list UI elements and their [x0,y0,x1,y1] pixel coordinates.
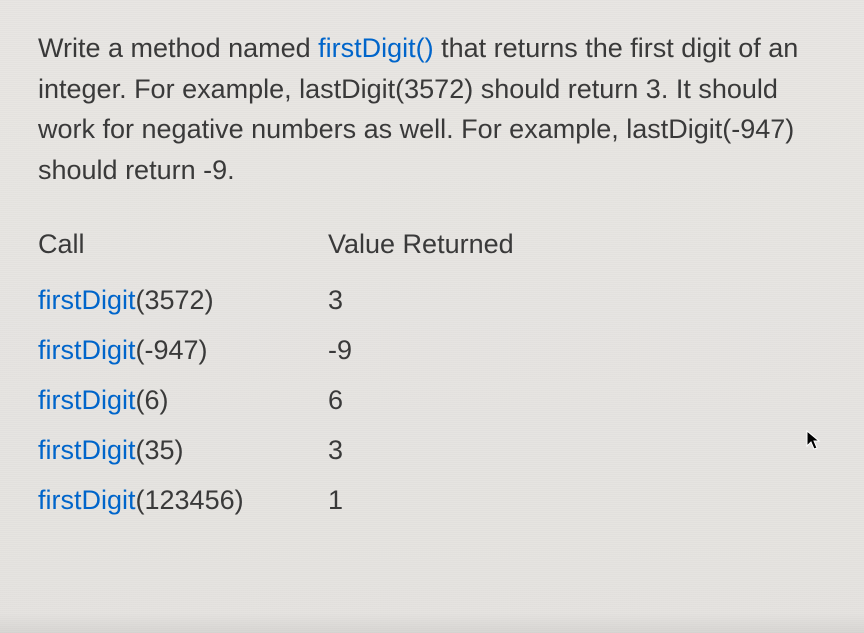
result-cell: 6 [328,376,343,426]
func-arg: (-947) [136,335,208,365]
func-name: firstDigit [38,485,136,515]
call-cell: firstDigit(6) [38,376,328,426]
func-name: firstDigit [38,285,136,315]
table-header: Call Value Returned [38,220,826,270]
func-name: firstDigit [38,385,136,415]
func-arg: (35) [136,435,184,465]
func-name: firstDigit [38,435,136,465]
result-cell: 1 [328,476,343,526]
func-arg: (123456) [136,485,244,515]
table-row: firstDigit(3572) 3 [38,276,826,326]
header-value: Value Returned [328,220,514,270]
result-cell: -9 [328,326,352,376]
func-arg: (6) [136,385,169,415]
table-row: firstDigit(35) 3 [38,426,826,476]
func-arg: (3572) [136,285,214,315]
call-cell: firstDigit(-947) [38,326,328,376]
result-cell: 3 [328,426,343,476]
table-row: firstDigit(-947) -9 [38,326,826,376]
table-row: firstDigit(123456) 1 [38,476,826,526]
problem-description: Write a method named firstDigit() that r… [38,28,826,190]
bottom-shadow [0,613,864,633]
examples-table: Call Value Returned firstDigit(3572) 3 f… [38,220,826,526]
func-name: firstDigit [38,335,136,365]
table-row: firstDigit(6) 6 [38,376,826,426]
call-cell: firstDigit(123456) [38,476,328,526]
result-cell: 3 [328,276,343,326]
mouse-cursor-icon [806,430,824,458]
call-cell: firstDigit(35) [38,426,328,476]
call-cell: firstDigit(3572) [38,276,328,326]
method-name: firstDigit() [318,33,434,63]
header-call: Call [38,220,328,270]
desc-text-before: Write a method named [38,33,318,63]
